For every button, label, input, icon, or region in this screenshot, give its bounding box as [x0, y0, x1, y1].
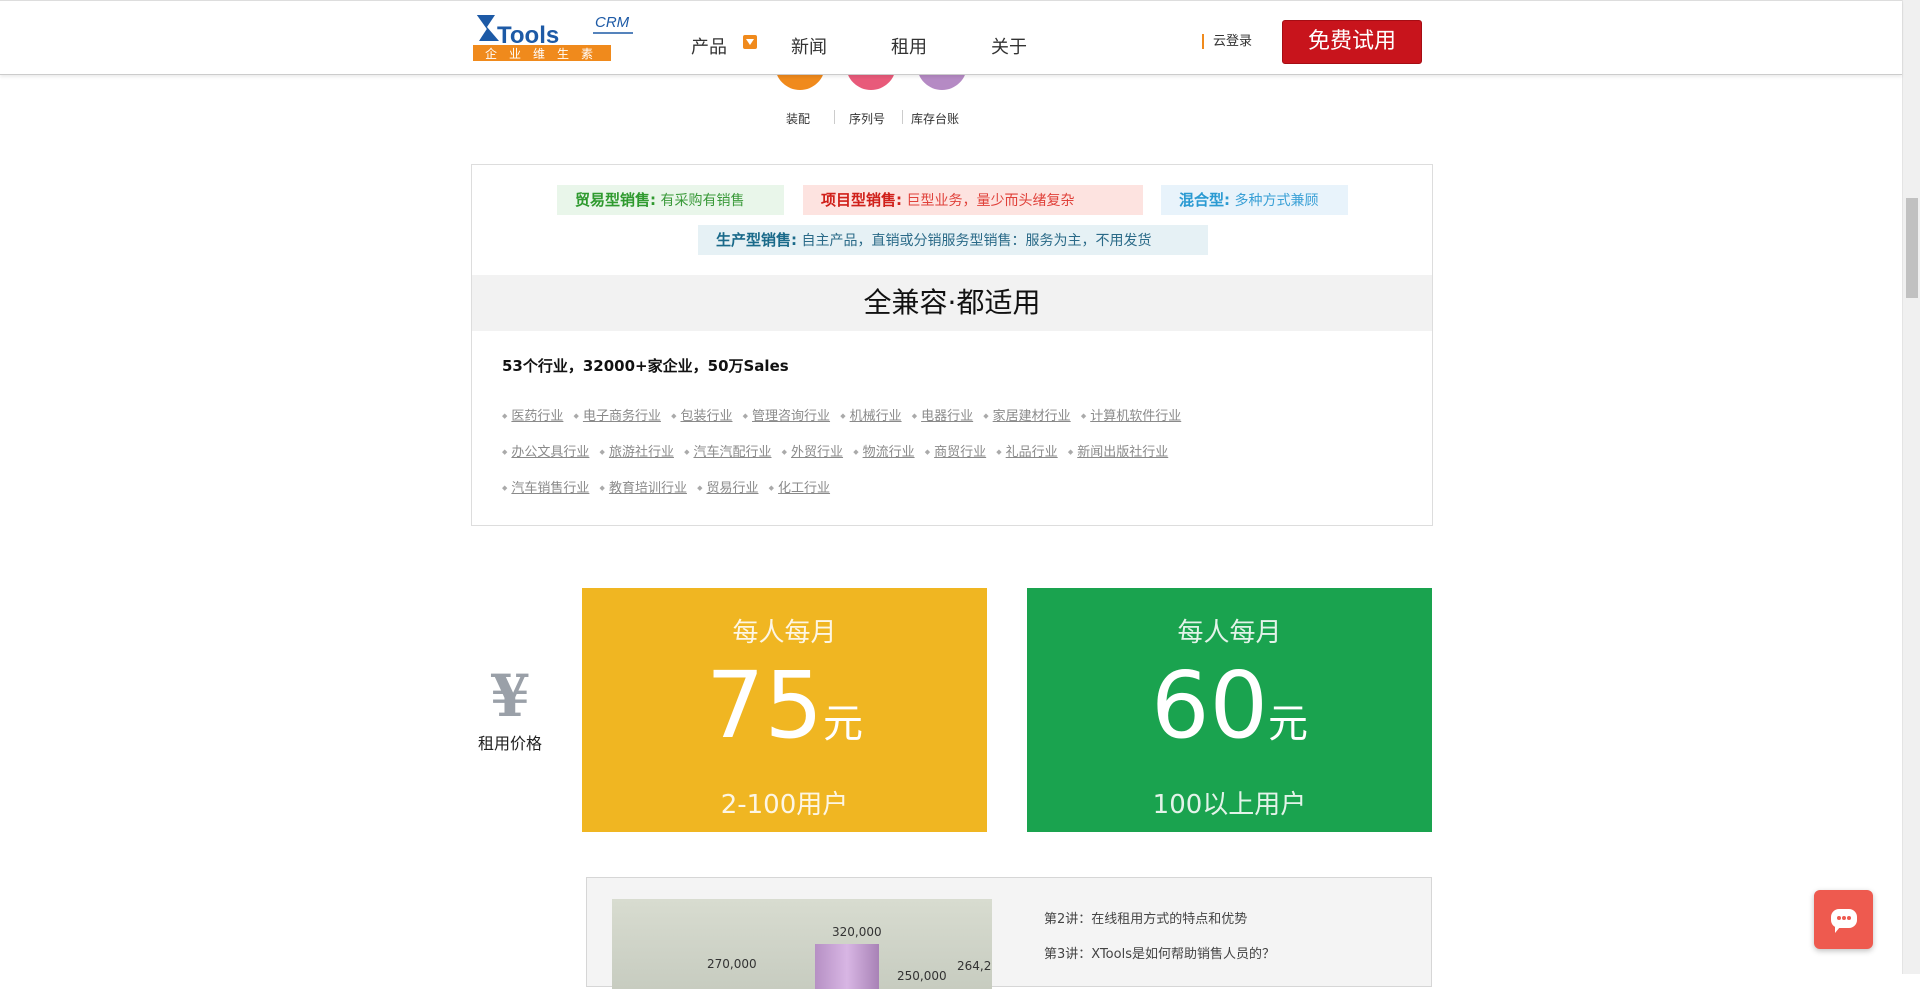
sales-chart-image: 270,000 320,000 250,000 264,2	[612, 899, 992, 989]
industry-link[interactable]: 贸易行业	[697, 477, 758, 496]
industry-link[interactable]: 化工行业	[769, 477, 830, 496]
industry-link[interactable]: 办公文具行业	[502, 441, 589, 460]
industry-row: 汽车销售行业 教育培训行业 贸易行业 化工行业	[502, 477, 836, 496]
industry-link[interactable]: 礼品行业	[996, 441, 1058, 460]
logo-tagline-char: 业	[509, 47, 521, 61]
logo-tagline-char: 维	[533, 47, 545, 61]
lecture-link[interactable]: 第3讲：XTools是如何帮助销售人员的？	[1044, 943, 1275, 962]
industry-link[interactable]: 电器行业	[912, 405, 973, 424]
module-label-assembly: 装配	[786, 112, 811, 126]
tag-desc: 多种方式兼顾	[1234, 193, 1319, 209]
module-label-serial: 序列号	[849, 112, 886, 126]
compat-title-band: 全兼容·都适用	[472, 275, 1432, 331]
industry-link[interactable]: 管理咨询行业	[743, 405, 830, 424]
industry-link[interactable]: 家居建材行业	[983, 405, 1071, 424]
chat-dot	[1842, 916, 1846, 920]
chat-dot	[1837, 916, 1841, 920]
industry-row: 办公文具行业 旅游社行业 汽车汽配行业 外贸行业 物流行业 商贸行业 礼品行业 …	[502, 441, 1174, 460]
tag-title: 生产型销售:	[716, 231, 797, 249]
chart-label: 264,2	[957, 959, 992, 973]
industry-link[interactable]: 新闻出版社行业	[1068, 441, 1168, 460]
chat-button[interactable]	[1814, 890, 1873, 949]
site-header: 企 业 维 生 素 Tools CRM 产品 新闻 租用 关于 云登录 免费试用	[0, 0, 1902, 75]
free-trial-button[interactable]: 免费试用	[1282, 20, 1422, 64]
xtools-crm-logo[interactable]: 企 业 维 生 素 Tools CRM	[473, 11, 639, 63]
industry-stats: 53个行业，32000+家企业，50万Sales	[502, 357, 789, 375]
chart-label: 250,000	[897, 969, 947, 983]
nav-about[interactable]: 关于	[991, 33, 1027, 59]
tag-desc: 有采购有销售	[660, 193, 745, 209]
logo-tagline-char: 企	[485, 46, 497, 61]
yen-icon: ¥	[489, 662, 531, 730]
price-value: 60	[1150, 652, 1269, 759]
industry-link[interactable]: 汽车汽配行业	[684, 441, 771, 460]
nav-products[interactable]: 产品	[691, 33, 727, 59]
price-user-range: 100以上用户	[1152, 790, 1307, 820]
price-period: 每人每月	[1177, 618, 1282, 648]
sales-type-project: 项目型销售: 巨型业务，量少而头绪复杂	[803, 185, 1143, 215]
industry-link[interactable]: 教育培训行业	[600, 477, 687, 496]
price-unit: 元	[1268, 701, 1309, 747]
industry-link[interactable]: 商贸行业	[925, 441, 986, 460]
chat-bubble-icon	[1831, 909, 1857, 933]
price-card-large-team[interactable]: 每人每月 60元 100以上用户	[1027, 588, 1432, 832]
page-scrollbar[interactable]	[1902, 0, 1920, 974]
module-divider	[834, 110, 835, 124]
logo-tagline-char: 生	[557, 47, 569, 61]
rental-price-label: 租用价格	[477, 734, 542, 753]
price-period: 每人每月	[732, 618, 837, 648]
price-value: 75	[705, 652, 824, 759]
industry-link[interactable]: 机械行业	[840, 405, 902, 424]
module-label-inventory: 库存台账	[911, 112, 960, 126]
tag-title: 项目型销售:	[821, 191, 902, 209]
price-amount: 60元	[1027, 656, 1432, 774]
chevron-down-icon[interactable]	[743, 35, 757, 49]
chart-bar	[815, 944, 879, 989]
scrollbar-thumb[interactable]	[1906, 198, 1918, 298]
industry-link[interactable]: 汽车销售行业	[502, 477, 589, 496]
sales-type-mixed: 混合型: 多种方式兼顾	[1161, 185, 1348, 215]
nav-rent[interactable]: 租用	[891, 33, 927, 59]
price-user-range: 2-100用户	[720, 790, 849, 820]
sales-type-production: 生产型销售: 自主产品，直销或分销服务型销售：服务为主，不用发货	[698, 225, 1208, 255]
chart-label: 320,000	[832, 925, 882, 939]
industry-link[interactable]: 计算机软件行业	[1081, 405, 1181, 424]
logo-text: Tools	[497, 22, 559, 49]
tag-title: 贸易型销售:	[575, 191, 656, 209]
module-divider	[902, 110, 903, 124]
rental-price-block: ¥ 租用价格	[470, 666, 550, 754]
industry-link[interactable]: 电子商务行业	[574, 405, 661, 424]
price-unit: 元	[823, 701, 864, 747]
tag-desc: 巨型业务，量少而头绪复杂	[906, 193, 1075, 209]
chart-label: 270,000	[707, 957, 757, 971]
price-card-small-team[interactable]: 每人每月 75元 2-100用户	[582, 588, 987, 832]
industry-link[interactable]: 外贸行业	[782, 441, 843, 460]
tag-desc: 自主产品，直销或分销服务型销售：服务为主，不用发货	[801, 233, 1152, 249]
compatibility-panel: 贸易型销售: 有采购有销售 项目型销售: 巨型业务，量少而头绪复杂 混合型: 多…	[471, 164, 1433, 526]
industry-link[interactable]: 包装行业	[671, 405, 732, 424]
logo-crm-text: CRM	[595, 14, 630, 31]
tag-title: 混合型:	[1179, 191, 1230, 209]
industry-link[interactable]: 旅游社行业	[600, 441, 674, 460]
industry-link[interactable]: 物流行业	[853, 441, 915, 460]
industry-row: 医药行业 电子商务行业 包装行业 管理咨询行业 机械行业 电器行业 家居建材行业…	[502, 405, 1187, 424]
nav-news[interactable]: 新闻	[791, 33, 827, 59]
industry-link[interactable]: 医药行业	[502, 405, 563, 424]
price-amount: 75元	[582, 656, 987, 774]
lecture-link[interactable]: 第2讲：在线租用方式的特点和优势	[1044, 908, 1247, 927]
cloud-login-link[interactable]: 云登录	[1202, 34, 1252, 49]
lecture-panel: 270,000 320,000 250,000 264,2 第2讲：在线租用方式…	[586, 877, 1432, 989]
sales-type-trade: 贸易型销售: 有采购有销售	[557, 185, 784, 215]
chat-dot	[1847, 916, 1851, 920]
compat-title: 全兼容·都适用	[863, 286, 1041, 319]
logo-tagline-char: 素	[581, 47, 593, 61]
